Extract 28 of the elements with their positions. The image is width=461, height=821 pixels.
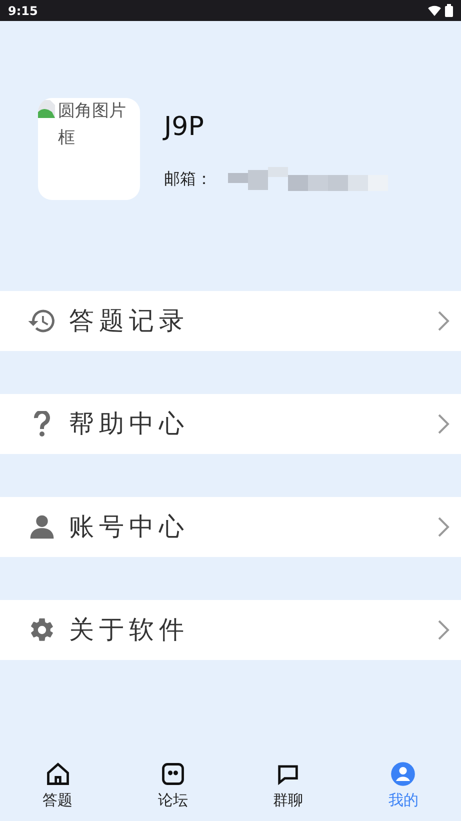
nav-tab[interactable]: 论坛 bbox=[115, 760, 230, 812]
person-circle-icon bbox=[390, 760, 416, 787]
nav-tab[interactable]: 答题 bbox=[0, 760, 116, 812]
menu-item[interactable]: 账号中心 bbox=[0, 497, 461, 557]
person-icon bbox=[28, 513, 56, 541]
nav-tab[interactable]: 群聊 bbox=[230, 760, 346, 812]
chat-box-icon bbox=[160, 760, 186, 787]
battery-icon bbox=[445, 4, 453, 17]
menu-item[interactable]: 帮助中心 bbox=[0, 394, 461, 454]
wifi-icon bbox=[428, 5, 441, 16]
menu-label: 帮助中心 bbox=[69, 408, 190, 440]
email-label: 邮箱： bbox=[164, 168, 212, 190]
image-alt-text: 圆角图片框 bbox=[58, 100, 127, 150]
menu-label: 账号中心 bbox=[69, 511, 190, 544]
menu-label: 关于软件 bbox=[69, 614, 190, 646]
chevron-right-icon bbox=[437, 413, 451, 435]
settings-icon bbox=[28, 616, 56, 644]
user-name: J9P bbox=[164, 110, 205, 144]
home-icon bbox=[44, 760, 71, 787]
chevron-right-icon bbox=[437, 619, 451, 641]
menu-item[interactable]: 答题记录 bbox=[0, 291, 461, 351]
broken-image-icon bbox=[38, 98, 58, 118]
menu-label: 答题记录 bbox=[69, 305, 190, 338]
chevron-right-icon bbox=[437, 310, 451, 332]
question-mark-icon bbox=[33, 411, 51, 437]
status-time: 9:15 bbox=[8, 2, 38, 20]
chevron-right-icon bbox=[437, 516, 451, 538]
menu-item[interactable]: 关于软件 bbox=[0, 600, 461, 660]
